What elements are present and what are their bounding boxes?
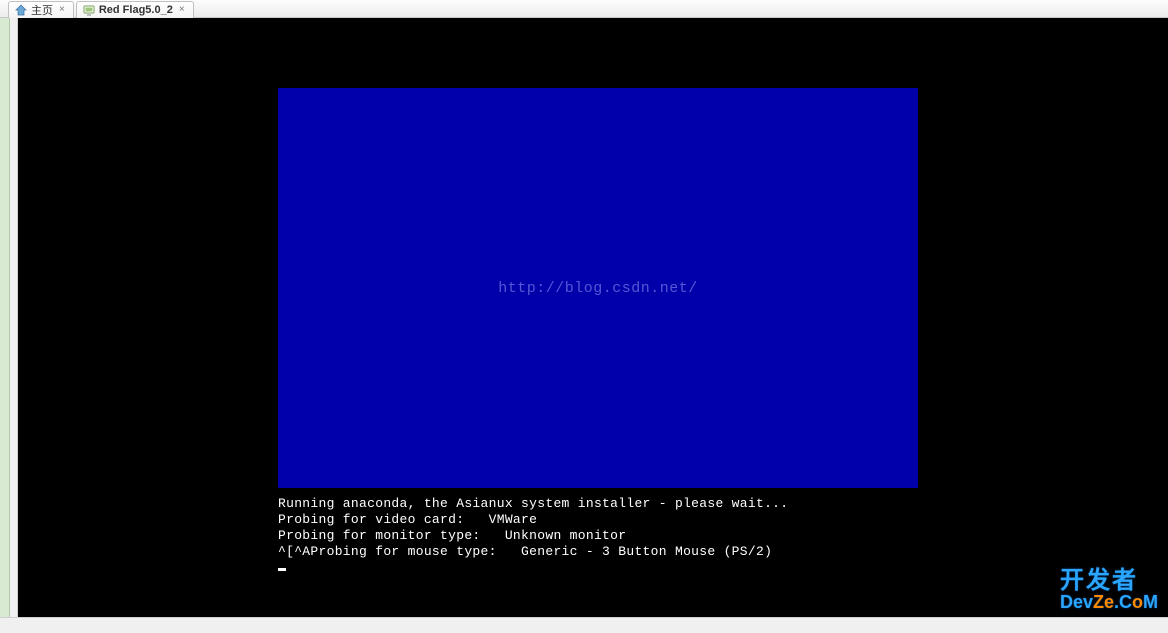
- left-gutter-outer: [0, 18, 10, 617]
- terminal-output: Running anaconda, the Asianux system ins…: [278, 496, 788, 576]
- left-gutter-inner: [10, 18, 18, 617]
- installer-panel: http://blog.csdn.net/: [278, 88, 918, 488]
- tab-home[interactable]: 主页 ×: [8, 1, 74, 18]
- horizontal-scrollbar[interactable]: [0, 617, 1168, 633]
- tab-vm[interactable]: Red Flag5.0_2 ×: [76, 1, 194, 18]
- body-area: http://blog.csdn.net/ Running anaconda, …: [0, 18, 1168, 617]
- vm-icon: [83, 4, 95, 16]
- app-root: 主页 × Red Flag5.0_2 × http://blog.csdn.ne…: [0, 0, 1168, 633]
- watermark-text: http://blog.csdn.net/: [498, 280, 698, 297]
- branding-logo: 开发者 DevZe.CoM: [1060, 569, 1158, 611]
- close-icon[interactable]: ×: [177, 5, 187, 15]
- branding-en: DevZe.CoM: [1060, 593, 1158, 611]
- tab-label: Red Flag5.0_2: [99, 4, 173, 16]
- home-icon: [15, 4, 27, 16]
- branding-cn: 开发者: [1060, 569, 1158, 593]
- close-icon[interactable]: ×: [57, 5, 67, 15]
- vm-console[interactable]: http://blog.csdn.net/ Running anaconda, …: [18, 18, 1168, 617]
- tab-label: 主页: [31, 2, 53, 18]
- tab-strip: 主页 × Red Flag5.0_2 ×: [0, 0, 1168, 18]
- cursor-icon: [278, 568, 286, 571]
